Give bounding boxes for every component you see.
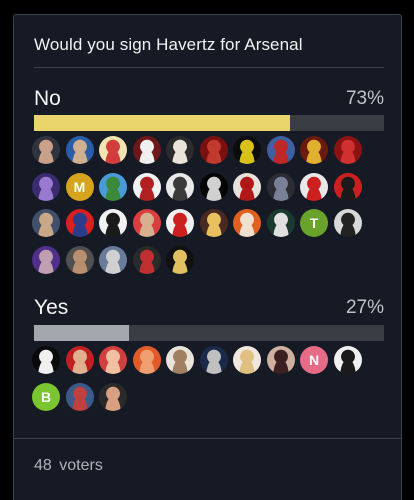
title-divider	[34, 67, 384, 68]
voter-avatar[interactable]	[333, 346, 362, 374]
option-label: No	[34, 87, 61, 110]
option-bar-track	[34, 115, 384, 131]
voter-avatar[interactable]	[99, 172, 127, 201]
voter-avatar[interactable]: B	[32, 382, 60, 411]
voter-avatar[interactable]	[32, 172, 60, 201]
voter-avatar[interactable]	[32, 136, 60, 164]
voter-avatar[interactable]	[266, 172, 295, 201]
voter-avatar[interactable]	[132, 245, 161, 274]
voter-avatar[interactable]	[32, 346, 60, 374]
voter-avatar[interactable]	[233, 346, 261, 374]
voter-avatar[interactable]	[233, 136, 261, 164]
voter-avatar[interactable]	[266, 346, 295, 374]
poll-title: Would you sign Havertz for Arsenal	[34, 35, 303, 54]
poll-card: Would you sign Havertz for Arsenal No 73…	[13, 14, 402, 500]
option-percent: 27%	[345, 297, 384, 318]
voter-avatar[interactable]	[233, 209, 261, 237]
voter-avatar[interactable]	[99, 346, 127, 374]
voter-avatar[interactable]	[65, 346, 94, 374]
voter-avatar[interactable]	[166, 136, 194, 164]
voter-avatar[interactable]	[99, 209, 127, 237]
poll-option-no[interactable]: No 73%	[34, 87, 384, 113]
voters-number: 48	[34, 457, 52, 474]
voter-avatar[interactable]	[132, 346, 161, 374]
voter-avatar[interactable]	[333, 172, 362, 201]
option-percent: 73%	[345, 88, 384, 109]
option-bar-fill	[34, 325, 129, 341]
voter-avatar[interactable]	[99, 245, 127, 274]
voter-avatar[interactable]	[233, 172, 261, 201]
voter-avatar[interactable]	[99, 136, 127, 164]
voter-avatar[interactable]	[65, 382, 94, 411]
voter-avatar[interactable]	[32, 245, 60, 274]
voters-count: 48 voters	[34, 457, 103, 475]
voter-avatar[interactable]	[333, 136, 362, 164]
voter-avatar[interactable]	[266, 209, 295, 237]
voter-avatar[interactable]	[199, 136, 228, 164]
voter-avatar[interactable]	[132, 172, 161, 201]
voter-avatar[interactable]	[132, 209, 161, 237]
voter-avatar[interactable]	[333, 209, 362, 237]
poll-option-yes[interactable]: Yes 27%	[34, 296, 384, 322]
voter-avatar[interactable]	[199, 172, 228, 201]
voter-avatar[interactable]	[166, 346, 194, 374]
voters-label: voters	[59, 457, 103, 474]
voter-avatar[interactable]	[266, 136, 295, 164]
voter-avatar[interactable]	[166, 209, 194, 237]
option-bar-fill	[34, 115, 290, 131]
voter-avatar[interactable]: M	[65, 172, 94, 201]
voter-avatar[interactable]	[65, 136, 94, 164]
voter-avatar[interactable]	[166, 245, 194, 274]
voter-avatar[interactable]	[132, 136, 161, 164]
voter-avatar[interactable]	[199, 346, 228, 374]
voter-avatar[interactable]: N	[300, 346, 328, 374]
voter-avatar[interactable]	[65, 245, 94, 274]
voter-avatar[interactable]	[32, 209, 60, 237]
option-bar-track	[34, 325, 384, 341]
option-label: Yes	[34, 296, 69, 319]
voter-avatar[interactable]	[300, 136, 328, 164]
voter-avatar[interactable]	[199, 209, 228, 237]
voter-avatar[interactable]	[166, 172, 194, 201]
voter-avatar[interactable]: T	[300, 209, 328, 237]
footer-divider	[14, 438, 401, 439]
voter-avatar[interactable]	[65, 209, 94, 237]
voter-avatar[interactable]	[300, 172, 328, 201]
voter-avatar[interactable]	[99, 382, 127, 411]
